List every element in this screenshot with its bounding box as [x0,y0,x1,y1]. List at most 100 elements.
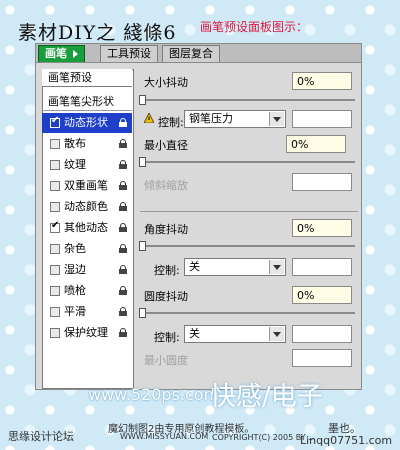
size-control-value: 钢笔压力 [189,112,233,125]
chevron-down-icon[interactable] [269,112,284,126]
lock-icon[interactable] [119,286,127,295]
angle-jitter-input[interactable]: 0% [292,219,352,237]
roundness-jitter-input[interactable]: 0% [292,286,352,304]
option-wet-edges[interactable]: 湿边 [42,260,132,280]
angle-control-value: 关 [189,260,200,273]
lock-icon[interactable] [119,181,127,190]
checkbox-icon[interactable] [50,286,60,296]
tab-tool-presets-label: 工具预设 [107,47,151,60]
tab-layer-comps-label: 图层复合 [169,47,213,60]
option-label: 湿边 [64,263,86,276]
tilt-scale-input[interactable] [292,173,352,191]
lock-icon[interactable] [119,139,127,148]
section-divider [140,211,358,212]
tab-menu-arrow-icon[interactable] [73,50,78,58]
chevron-down-icon[interactable] [269,327,284,341]
control-label-2: 控制: [154,264,180,277]
checkbox-icon[interactable] [50,202,60,212]
roundness-jitter-slider-knob[interactable] [139,308,146,318]
checkbox-icon[interactable] [50,160,60,170]
min-diameter-slider-knob[interactable] [139,157,146,167]
forum-name: 思缘设计论坛 [8,430,74,443]
angle-control-select[interactable]: 关 [184,258,286,276]
sub-site-text: WWW.MISSYUAN.COM [120,432,209,441]
chevron-down-icon[interactable] [269,260,284,274]
checkbox-icon[interactable] [50,307,60,317]
angle-jitter-label: 角度抖动 [144,223,188,236]
tab-brush-label: 画笔 [45,47,67,60]
checkbox-icon[interactable] [50,181,60,191]
option-label: 喷枪 [64,284,86,297]
tab-layer-comps[interactable]: 图层复合 [162,45,220,62]
tab-brush[interactable]: 画笔 [38,45,85,62]
roundness-jitter-slider-track[interactable] [140,312,355,314]
checkbox-icon[interactable] [50,244,60,254]
roundness-jitter-label: 圆度抖动 [144,290,188,303]
min-diameter-input[interactable]: 0% [286,135,346,153]
min-diameter-label: 最小直径 [144,139,188,152]
warning-icon [144,113,154,123]
tilt-scale-label: 倾斜缩放 [144,179,188,192]
option-protect-texture[interactable]: 保护纹理 [42,323,132,343]
panel-caption: 画笔预设面板图示： [200,20,309,34]
option-texture[interactable]: 纹理 [42,155,132,175]
lock-icon[interactable] [119,265,127,274]
lock-icon[interactable] [119,328,127,337]
option-label: 动态颜色 [64,200,108,213]
lock-icon[interactable] [119,202,127,211]
min-roundness-input[interactable] [292,349,352,367]
brush-presets-panel: 画笔 工具预设 图层复合 画笔预设 画笔笔尖形状 ✔ 动态形状 散布 纹理 双重… [35,43,362,390]
size-control-fade-input[interactable] [292,110,352,128]
brush-presets-button[interactable]: 画笔预设 [42,69,132,87]
lock-icon[interactable] [119,118,127,127]
size-control-select[interactable]: 钢笔压力 [184,110,286,128]
option-label: 保护纹理 [64,326,108,339]
option-label: 平滑 [64,305,86,318]
option-dual-brush[interactable]: 双重画笔 [42,176,132,196]
page-title: 素材DIY之 綫條6 [18,22,177,44]
option-color-dynamics[interactable]: 动态颜色 [42,197,132,217]
option-label: 散布 [64,137,86,150]
option-noise[interactable]: 杂色 [42,239,132,259]
tab-bar: 画笔 工具预设 图层复合 [36,44,361,63]
lock-icon[interactable] [119,223,127,232]
brush-tip-shape-item[interactable]: 画笔笔尖形状 [42,93,132,111]
option-label: 双重画笔 [64,179,108,192]
min-diameter-slider-track[interactable] [140,161,355,163]
qq-text: Linqq07751.com [300,434,393,447]
size-jitter-label: 大小抖动 [144,76,188,89]
option-smoothing[interactable]: 平滑 [42,302,132,322]
size-jitter-slider-track[interactable] [140,99,355,101]
option-label: 纹理 [64,158,86,171]
logo-watermark: 快感/电子 [210,382,323,412]
check-mark-icon: ✔ [51,220,60,231]
option-airbrush[interactable]: 喷枪 [42,281,132,301]
control-label-3: 控制: [154,331,180,344]
checkbox-icon[interactable] [50,139,60,149]
tab-tool-presets[interactable]: 工具预设 [100,45,158,62]
option-label: 动态形状 [64,116,108,129]
roundness-control-value: 关 [189,327,200,340]
checkbox-icon[interactable]: ✔ [50,115,60,128]
roundness-control-select[interactable]: 关 [184,325,286,343]
checkbox-icon[interactable] [50,328,60,338]
option-label: 杂色 [64,242,86,255]
option-scattering[interactable]: 散布 [42,134,132,154]
roundness-control-fade-input[interactable] [292,325,352,343]
checkbox-icon[interactable] [50,265,60,275]
option-other-dynamics[interactable]: ✔ 其他动态 [42,218,132,238]
checkbox-icon[interactable]: ✔ [50,220,60,233]
control-label-1: 控制: [158,116,184,129]
option-label: 其他动态 [64,221,108,234]
lock-icon[interactable] [119,160,127,169]
angle-control-fade-input[interactable] [292,258,352,276]
lock-icon[interactable] [119,244,127,253]
min-roundness-label: 最小圆度 [144,354,188,367]
size-jitter-input[interactable]: 0% [292,72,352,90]
site-watermark: www.520ps.com [88,385,220,404]
angle-jitter-slider-knob[interactable] [139,241,146,251]
lock-icon[interactable] [119,307,127,316]
size-jitter-slider-knob[interactable] [139,95,146,105]
angle-jitter-slider-track[interactable] [140,245,355,247]
option-shape-dynamics[interactable]: ✔ 动态形状 [42,113,132,133]
